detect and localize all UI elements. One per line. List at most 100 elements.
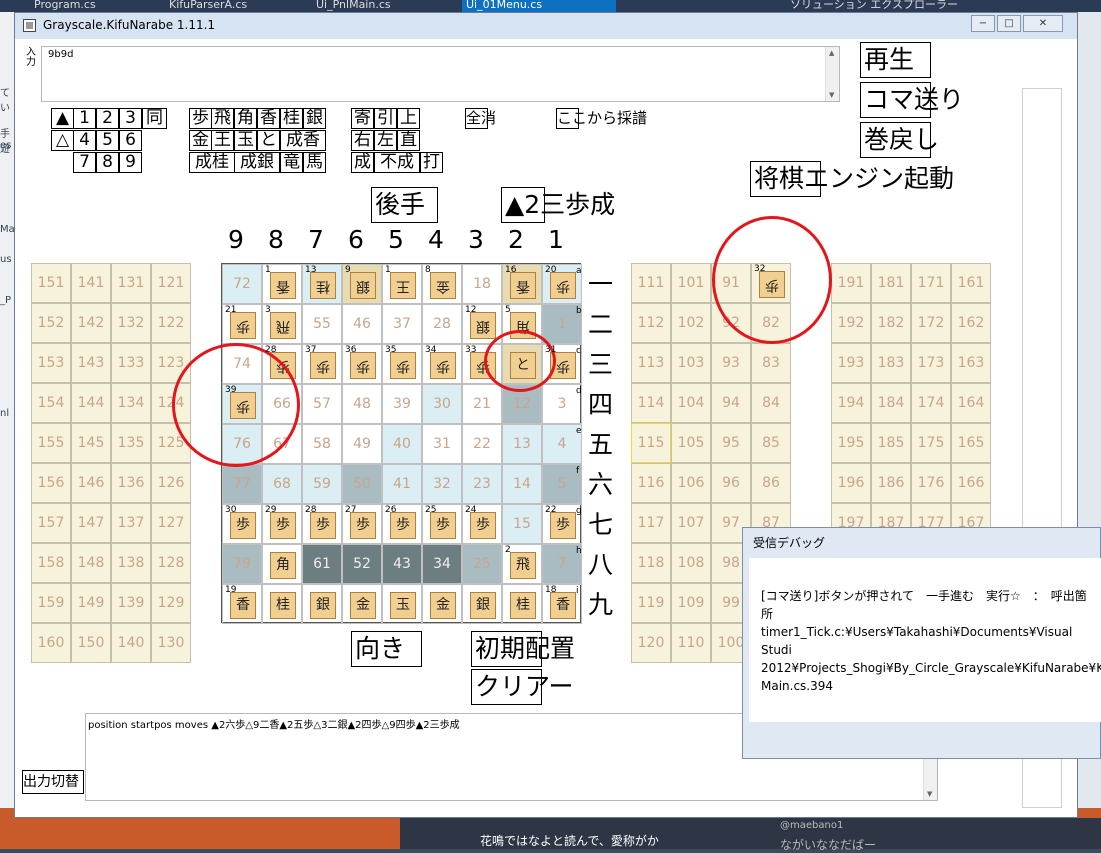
komadai-square[interactable]: 135 (111, 423, 151, 463)
board-square[interactable]: 18 (462, 264, 502, 304)
step-forward-button[interactable]: コマ送り (860, 82, 964, 118)
piece-narigin-button[interactable]: 成銀 (234, 152, 280, 173)
piece-hi-button[interactable]: 飛 (211, 108, 234, 129)
komadai-square[interactable]: 121 (151, 263, 191, 303)
komadai-square[interactable]: 196 (831, 463, 871, 503)
piece-kaku-button[interactable]: 角 (234, 108, 257, 129)
komadai-square[interactable]: 159 (31, 583, 71, 623)
shogi-piece[interactable]: 歩 (550, 512, 576, 539)
shogi-piece[interactable]: 桂 (310, 272, 336, 299)
scroll-up-icon[interactable]: ▲ (829, 49, 834, 57)
play-button[interactable]: 再生 (860, 42, 931, 78)
ide-tab-pnlmain[interactable]: Ui_PnlMain.cs (312, 0, 395, 12)
komadai-square[interactable]: 84 (751, 383, 791, 423)
komadai-square[interactable]: 131 (111, 263, 151, 303)
komadai-square[interactable]: 127 (151, 503, 191, 543)
komadai-square[interactable]: 102 (671, 303, 711, 343)
komadai-square[interactable]: 118 (631, 543, 671, 583)
board-square[interactable]: 46 (342, 304, 382, 344)
shogi-piece[interactable]: 銀 (470, 592, 496, 619)
komadai-square[interactable]: 129 (151, 583, 191, 623)
komadai-square[interactable]: 149 (71, 583, 111, 623)
board-square[interactable]: 58 (302, 424, 342, 464)
komadai-square[interactable]: 184 (871, 383, 911, 423)
board-square[interactable]: 31 (422, 424, 462, 464)
board-square[interactable]: 40 (382, 424, 422, 464)
board-square[interactable]: 32 (422, 464, 462, 504)
board-square-piece[interactable]: 歩 37 (302, 344, 342, 384)
komadai-square[interactable]: 150 (71, 623, 111, 663)
shogi-piece[interactable]: 香 (270, 272, 296, 299)
piece-kyo-button[interactable]: 香 (257, 108, 280, 129)
komadai-square[interactable]: 195 (831, 423, 871, 463)
komadai-square[interactable]: 104 (671, 383, 711, 423)
clear-button[interactable]: クリアー (471, 669, 574, 705)
shogi-piece[interactable]: 香 (550, 592, 576, 619)
board-square[interactable]: 15 (502, 504, 542, 544)
board-square[interactable]: 25 (462, 544, 502, 584)
board-square-piece[interactable]: 銀 (302, 584, 342, 624)
komadai-square[interactable]: 183 (871, 343, 911, 383)
num-8-button[interactable]: 8 (96, 152, 119, 173)
board-square[interactable]: 28 (422, 304, 462, 344)
board-square[interactable]: 41 (382, 464, 422, 504)
komadai-square[interactable]: 147 (71, 503, 111, 543)
komadai-square[interactable]: 182 (871, 303, 911, 343)
shogi-piece[interactable]: 歩 (350, 512, 376, 539)
board-square-piece[interactable]: 香1 (262, 264, 302, 304)
shogi-piece[interactable]: 金 (430, 272, 456, 299)
board-square-piece[interactable]: 銀9 (342, 264, 382, 304)
komadai-square[interactable]: 114 (631, 383, 671, 423)
input-field[interactable]: 9b9d ▲ ▼ (41, 46, 840, 102)
komadai-square[interactable]: 186 (871, 463, 911, 503)
shogi-piece[interactable]: 王 (390, 272, 416, 299)
komadai-square[interactable]: 136 (111, 463, 151, 503)
komadai-square[interactable]: 142 (71, 303, 111, 343)
board-square-piece[interactable]: 金8 (422, 264, 462, 304)
shogi-piece[interactable]: 玉 (390, 592, 416, 619)
num-3-button[interactable]: 3 (119, 108, 142, 129)
komadai-square[interactable]: 109 (671, 583, 711, 623)
komadai-square[interactable]: 160 (31, 623, 71, 663)
board-square-piece[interactable]: 桂 13 (302, 264, 342, 304)
shogi-piece[interactable]: 桂 (510, 592, 536, 619)
komadai-square[interactable]: 110 (671, 623, 711, 663)
num-9-button[interactable]: 9 (119, 152, 142, 173)
komadai-square[interactable]: 151 (31, 263, 71, 303)
move-hidari-button[interactable]: 左 (374, 130, 397, 151)
komadai-square[interactable]: 141 (71, 263, 111, 303)
piece-ryu-button[interactable]: 竜 (280, 152, 303, 173)
piece-fu-button[interactable]: 歩 (189, 108, 212, 129)
shogi-piece[interactable]: 歩 (430, 352, 456, 379)
komadai-square[interactable]: 126 (151, 463, 191, 503)
komadai-square[interactable]: 120 (631, 623, 671, 663)
komadai-square[interactable]: 95 (711, 423, 751, 463)
board-square[interactable]: 59 (302, 464, 342, 504)
komadai-square[interactable]: 165 (951, 423, 991, 463)
board-square-piece[interactable]: 王1 (382, 264, 422, 304)
shogi-piece[interactable]: 角 (270, 552, 296, 579)
komadai-square[interactable]: 176 (911, 463, 951, 503)
komadai-square[interactable]: 155 (31, 423, 71, 463)
komadai-square[interactable]: 108 (671, 543, 711, 583)
piece-narikei-button[interactable]: 成桂 (189, 152, 235, 173)
board-square[interactable]: 39 (382, 384, 422, 424)
board-square-piece[interactable]: 歩 26 (382, 504, 422, 544)
komadai-square[interactable]: 116 (631, 463, 671, 503)
board-square[interactable]: 77 (222, 464, 262, 504)
shogi-piece[interactable]: 飛 (510, 552, 536, 579)
shogi-piece[interactable]: 歩 (390, 352, 416, 379)
komadai-square[interactable]: 113 (631, 343, 671, 383)
move-agaru-button[interactable]: 上 (397, 108, 420, 129)
board-square[interactable]: 79 (222, 544, 262, 584)
komadai-square[interactable]: 85 (751, 423, 791, 463)
num-5-button[interactable]: 5 (96, 130, 119, 151)
komadai-square[interactable]: 130 (151, 623, 191, 663)
board-square-piece[interactable]: 歩 34 (422, 344, 462, 384)
shogi-piece[interactable]: 歩 (550, 272, 576, 299)
clear-all-button[interactable]: 全消 (465, 108, 496, 129)
shogi-piece[interactable]: 歩 (310, 352, 336, 379)
no-promote-button[interactable]: 不成 (374, 152, 420, 173)
komadai-square[interactable]: 161 (951, 263, 991, 303)
piece-kin-button[interactable]: 金 (189, 130, 212, 151)
